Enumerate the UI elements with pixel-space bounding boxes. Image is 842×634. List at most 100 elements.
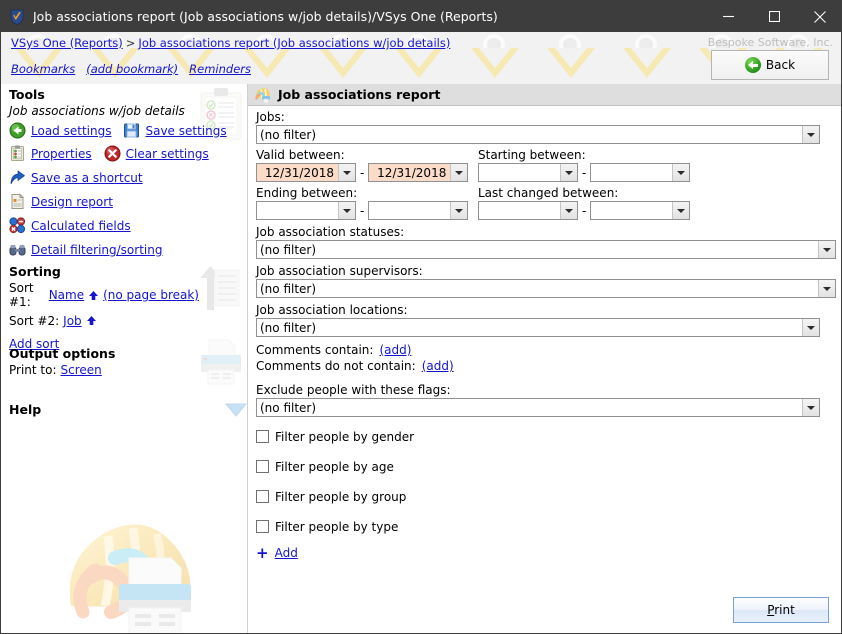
add-filter-row[interactable]: + Add bbox=[256, 546, 834, 560]
filter-by-gender-label: Filter people by gender bbox=[275, 430, 414, 444]
minimize-button[interactable] bbox=[705, 1, 751, 32]
detail-filtering-label: Detail filtering/sorting bbox=[31, 243, 162, 257]
sorting-section-title: Sorting bbox=[9, 264, 199, 279]
back-button[interactable]: Back bbox=[711, 50, 829, 80]
sidebar-item-design-report[interactable]: Design report bbox=[9, 193, 199, 211]
design-report-icon bbox=[9, 193, 27, 211]
reminders-link[interactable]: Reminders bbox=[189, 62, 251, 76]
starting-between-from[interactable] bbox=[478, 163, 578, 182]
clear-settings-label: Clear settings bbox=[126, 147, 209, 161]
last-changed-between-to[interactable] bbox=[590, 201, 690, 220]
report-filter-form: Jobs: (no filter) Valid between: 12/31/2… bbox=[256, 110, 834, 560]
filter-by-type-row[interactable]: Filter people by type bbox=[256, 515, 834, 538]
chevron-down-icon bbox=[802, 126, 819, 143]
print-to-value[interactable]: Screen bbox=[61, 363, 102, 377]
chevron-down-icon bbox=[802, 399, 819, 416]
filter-by-group-label: Filter people by group bbox=[275, 490, 406, 504]
chevron-down-icon bbox=[672, 202, 689, 219]
sort-1-prefix: Sort #1: bbox=[9, 281, 45, 309]
chevron-down-icon bbox=[818, 280, 835, 297]
locations-dropdown[interactable]: (no filter) bbox=[256, 318, 820, 337]
locations-value: (no filter) bbox=[260, 321, 802, 335]
statuses-dropdown[interactable]: (no filter) bbox=[256, 240, 836, 259]
bookmark-bar: Bookmarks (add bookmark) Reminders bbox=[11, 62, 251, 76]
comments-not-contain-add-link[interactable]: (add) bbox=[422, 359, 454, 373]
ending-between-from[interactable] bbox=[256, 201, 356, 220]
add-bookmark-link[interactable]: (add bookmark) bbox=[86, 62, 178, 76]
sidebar-item-save-settings[interactable]: Save settings bbox=[123, 122, 226, 140]
sidebar-item-calculated-fields[interactable]: Calculated fields bbox=[9, 217, 199, 235]
sort-1-page-break[interactable]: (no page break) bbox=[103, 288, 199, 302]
exclude-flags-dropdown[interactable]: (no filter) bbox=[256, 398, 820, 417]
window-title: Job associations report (Job association… bbox=[33, 9, 705, 24]
sidebar-item-detail-filtering[interactable]: Detail filtering/sorting bbox=[9, 241, 199, 259]
sidebar-item-clear-settings[interactable]: Clear settings bbox=[104, 145, 209, 163]
supervisors-value: (no filter) bbox=[260, 282, 818, 296]
plus-icon: + bbox=[256, 547, 269, 559]
filter-by-type-checkbox[interactable] bbox=[256, 520, 269, 533]
output-options-title: Output options bbox=[9, 346, 199, 361]
starting-between-to[interactable] bbox=[590, 163, 690, 182]
sort-2-field[interactable]: Job bbox=[63, 314, 82, 328]
breadcrumb: VSys One (Reports)>Job associations repo… bbox=[11, 36, 450, 50]
valid-between-from[interactable]: 12/31/2018 bbox=[256, 163, 356, 182]
filter-by-group-row[interactable]: Filter people by group bbox=[256, 485, 834, 508]
valid-between-range: 12/31/2018 - 12/31/2018 bbox=[256, 163, 478, 182]
ending-between-to[interactable] bbox=[368, 201, 468, 220]
chevron-down-icon bbox=[338, 202, 355, 219]
sort-2-prefix: Sort #2: bbox=[9, 314, 59, 328]
chevron-down-icon bbox=[560, 164, 577, 181]
help-expand-triangle-icon[interactable] bbox=[225, 402, 247, 422]
back-arrow-icon bbox=[745, 57, 761, 73]
comments-contain-add-link[interactable]: (add) bbox=[379, 343, 411, 357]
chevron-down-icon bbox=[338, 164, 355, 181]
application-window: Job associations report (Job association… bbox=[0, 0, 842, 634]
valid-between-from-value: 12/31/2018 bbox=[257, 166, 338, 180]
hardhat-printer-icon bbox=[254, 86, 272, 104]
red-x-circle-icon bbox=[104, 145, 122, 163]
filter-by-age-checkbox[interactable] bbox=[256, 460, 269, 473]
sidebar-item-properties[interactable]: Properties bbox=[9, 145, 92, 163]
comments-contain-label: Comments contain: bbox=[256, 343, 373, 357]
main-panel: Job associations report Jobs: (no filter… bbox=[247, 84, 841, 633]
breadcrumb-item-root[interactable]: VSys One (Reports) bbox=[11, 36, 123, 50]
help-section-title: Help bbox=[9, 402, 199, 417]
header-band: VSys One (Reports)>Job associations repo… bbox=[1, 32, 841, 84]
filter-by-gender-checkbox[interactable] bbox=[256, 430, 269, 443]
last-changed-between-label: Last changed between: bbox=[478, 186, 698, 200]
maximize-button[interactable] bbox=[751, 1, 797, 32]
left-sidebar: Tools Job associations w/job details Loa… bbox=[1, 84, 247, 633]
calculated-fields-label: Calculated fields bbox=[31, 219, 131, 233]
vsys-shield-icon bbox=[9, 9, 25, 25]
filter-by-age-row[interactable]: Filter people by age bbox=[256, 455, 834, 478]
starting-between-label: Starting between: bbox=[478, 148, 698, 162]
filter-by-gender-row[interactable]: Filter people by gender bbox=[256, 425, 834, 448]
sort-1-ascending-icon[interactable] bbox=[88, 286, 99, 305]
close-button[interactable] bbox=[797, 1, 842, 32]
breadcrumb-item-current[interactable]: Job associations report (Job association… bbox=[138, 36, 450, 50]
bookmarks-link[interactable]: Bookmarks bbox=[11, 62, 75, 76]
range-separator: - bbox=[578, 204, 590, 218]
jobs-dropdown[interactable]: (no filter) bbox=[256, 125, 820, 144]
sort-1-field[interactable]: Name bbox=[49, 288, 84, 302]
hardhat-link-printer-watermark-icon bbox=[53, 508, 213, 633]
valid-between-to-value: 12/31/2018 bbox=[369, 166, 450, 180]
floppy-disk-icon bbox=[123, 122, 141, 140]
last-changed-between-from[interactable] bbox=[478, 201, 578, 220]
last-changed-between-range: - bbox=[478, 201, 698, 220]
chevron-down-icon bbox=[450, 202, 467, 219]
ending-between-label: Ending between: bbox=[256, 186, 478, 200]
chevron-down-icon bbox=[672, 164, 689, 181]
sort-2-ascending-icon[interactable] bbox=[86, 311, 97, 330]
sidebar-item-save-as-shortcut[interactable]: Save as a shortcut bbox=[9, 169, 199, 187]
chevron-down-icon bbox=[818, 241, 835, 258]
supervisors-dropdown[interactable]: (no filter) bbox=[256, 279, 836, 298]
statuses-value: (no filter) bbox=[260, 243, 818, 257]
chevron-down-icon bbox=[560, 202, 577, 219]
valid-between-to[interactable]: 12/31/2018 bbox=[368, 163, 468, 182]
filter-by-group-checkbox[interactable] bbox=[256, 490, 269, 503]
sidebar-item-load-settings[interactable]: Load settings bbox=[9, 122, 111, 140]
sort-row-2: Sort #2: Job bbox=[9, 311, 199, 330]
print-button[interactable]: Print bbox=[733, 597, 829, 623]
filter-by-type-label: Filter people by type bbox=[275, 520, 398, 534]
